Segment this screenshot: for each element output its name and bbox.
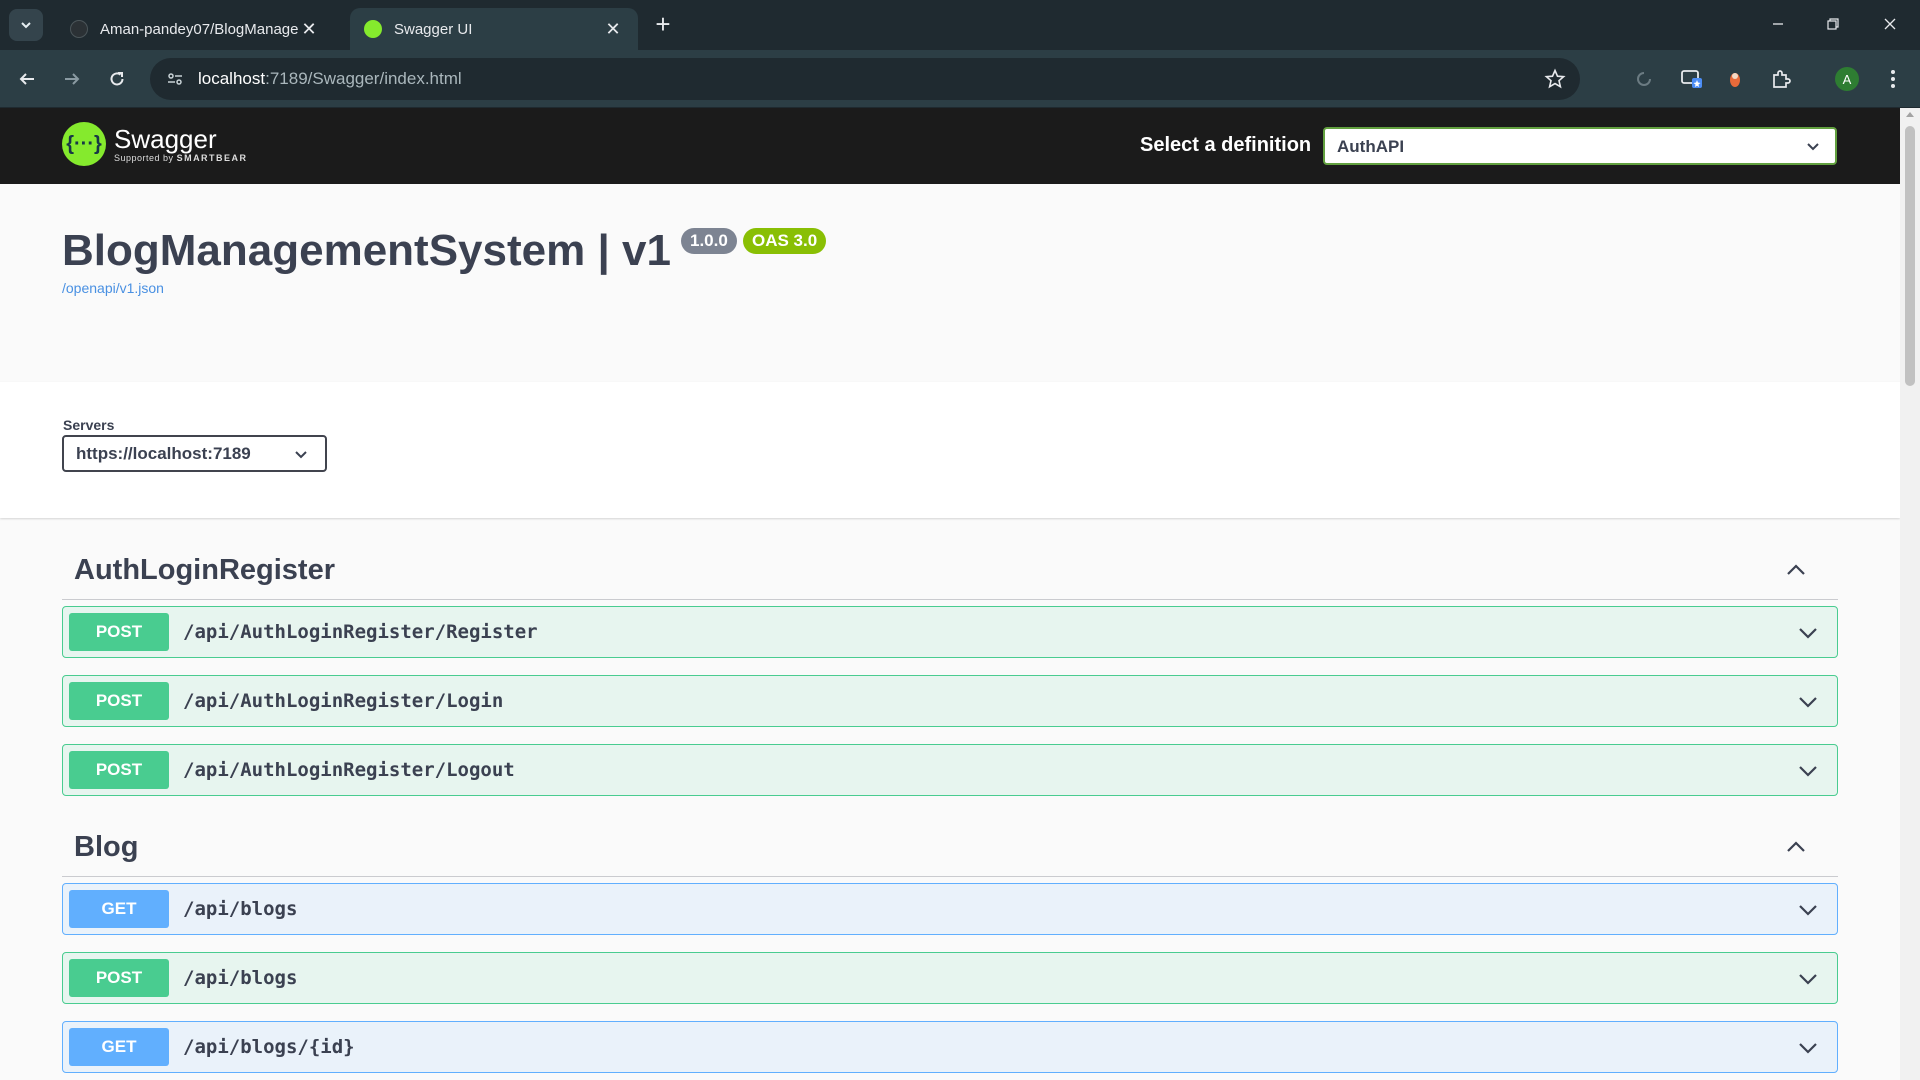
operation-row[interactable]: GET /api/blogs	[62, 883, 1838, 935]
tag-header-authloginregister[interactable]: AuthLoginRegister	[62, 538, 1838, 600]
method-badge: GET	[69, 1028, 169, 1066]
browser-toolbar: localhost:7189/Swagger/index.html A	[0, 50, 1920, 108]
scroll-up-arrow[interactable]	[1906, 112, 1914, 117]
cast-extension-icon[interactable]	[1675, 62, 1709, 96]
minimize-icon	[1773, 23, 1783, 25]
definition-value: AuthAPI	[1337, 137, 1405, 156]
restore-icon	[1827, 18, 1839, 30]
tag-header-blog[interactable]: Blog	[62, 815, 1838, 877]
version-badge: 1.0.0	[681, 228, 737, 254]
operation-path: /api/AuthLoginRegister/Login	[183, 690, 504, 712]
server-value: https://localhost:7189	[76, 444, 251, 463]
tab-title: Swagger UI	[394, 20, 473, 38]
operation-path: /api/AuthLoginRegister/Register	[183, 621, 538, 643]
brand-sub-company: SMARTBEAR	[176, 153, 248, 163]
info-section: BlogManagementSystem | v1 1.0.0 OAS 3.0 …	[0, 184, 1900, 382]
chevron-down-icon	[1807, 143, 1819, 151]
operation-row[interactable]: POST /api/AuthLoginRegister/Login	[62, 675, 1838, 727]
arrow-right-icon	[65, 73, 80, 85]
tab-search-button[interactable]	[9, 9, 43, 41]
tag-name: AuthLoginRegister	[74, 554, 335, 586]
address-bar[interactable]: localhost:7189/Swagger/index.html	[150, 58, 1580, 100]
servers-label: Servers	[63, 417, 115, 433]
operation-row[interactable]: POST /api/AuthLoginRegister/Register	[62, 606, 1838, 658]
back-button[interactable]	[10, 62, 44, 96]
reload-button[interactable]	[100, 62, 134, 96]
tab-title: Aman-pandey07/BlogManagem	[100, 20, 298, 38]
profile-button[interactable]: A	[1830, 62, 1864, 96]
brand-sub: Supported by SMARTBEAR	[114, 153, 248, 163]
page-title: BlogManagementSystem | v1	[62, 226, 671, 275]
browser-menu-button[interactable]	[1876, 62, 1910, 96]
swagger-topbar: {···} Swagger Supported by SMARTBEAR Sel…	[0, 108, 1900, 184]
tab-github[interactable]: Aman-pandey07/BlogManagem ✕	[56, 8, 334, 50]
operations-area: AuthLoginRegister POST /api/AuthLoginReg…	[0, 518, 1900, 1080]
forward-button[interactable]	[55, 62, 89, 96]
operation-row[interactable]: POST /api/blogs	[62, 952, 1838, 1004]
operation-row[interactable]: GET /api/blogs/{id}	[62, 1021, 1838, 1073]
swagger-logo-icon: {···}	[62, 122, 106, 166]
servers-section: Servers https://localhost:7189	[0, 382, 1900, 518]
operation-path: /api/blogs	[183, 898, 298, 920]
site-info-icon[interactable]	[164, 68, 186, 90]
tab-swagger-ui[interactable]: Swagger UI ✕	[350, 8, 638, 50]
close-icon[interactable]: ✕	[298, 18, 320, 40]
minimize-button[interactable]	[1758, 8, 1798, 40]
extension-icon[interactable]	[1718, 62, 1752, 96]
scrollbar-thumb[interactable]	[1905, 126, 1915, 386]
more-vertical-icon	[1891, 70, 1895, 88]
method-badge: POST	[69, 682, 169, 720]
oas-badge: OAS 3.0	[743, 228, 827, 254]
swagger-icon	[364, 20, 382, 38]
close-icon[interactable]: ✕	[602, 18, 624, 40]
chevron-up-icon[interactable]	[1784, 558, 1808, 582]
page-viewport: {···} Swagger Supported by SMARTBEAR Sel…	[0, 108, 1900, 1080]
page-scrollbar[interactable]	[1900, 108, 1920, 1080]
github-icon	[70, 20, 88, 38]
method-badge: POST	[69, 959, 169, 997]
new-tab-button[interactable]: +	[650, 11, 676, 38]
method-badge: POST	[69, 751, 169, 789]
operation-path: /api/blogs	[183, 967, 298, 989]
method-badge: POST	[69, 613, 169, 651]
chevron-down-icon	[21, 22, 31, 29]
operation-path: /api/AuthLoginRegister/Logout	[183, 759, 515, 781]
avatar: A	[1835, 67, 1859, 91]
swagger-logo[interactable]: {···} Swagger Supported by SMARTBEAR	[62, 122, 248, 166]
url-host: localhost	[198, 69, 266, 88]
chevron-down-icon[interactable]	[1797, 759, 1819, 781]
chevron-down-icon[interactable]	[1797, 1036, 1819, 1058]
definition-label: Select a definition	[1140, 134, 1312, 156]
arrow-left-icon	[19, 73, 34, 85]
browser-tab-bar: Aman-pandey07/BlogManagem ✕ Swagger UI ✕…	[0, 0, 1920, 50]
tag-name: Blog	[74, 831, 139, 863]
chevron-down-icon[interactable]	[1797, 621, 1819, 643]
bookmark-star-icon[interactable]	[1544, 68, 1566, 90]
chevron-down-icon[interactable]	[1797, 967, 1819, 989]
brand-name: Swagger	[114, 124, 217, 154]
brand-sub-prefix: Supported by	[114, 153, 174, 163]
close-icon	[1884, 18, 1896, 30]
servers-select[interactable]: https://localhost:7189	[62, 435, 327, 472]
url-path: :7189/Swagger/index.html	[265, 69, 462, 88]
definition-select[interactable]: AuthAPI	[1323, 127, 1837, 165]
extensions-puzzle-icon[interactable]	[1764, 62, 1798, 96]
operation-row[interactable]: POST /api/AuthLoginRegister/Logout	[62, 744, 1838, 796]
operation-path: /api/blogs/{id}	[183, 1036, 355, 1058]
extension-loading-icon[interactable]	[1627, 62, 1661, 96]
spec-link[interactable]: /openapi/v1.json	[62, 280, 164, 296]
reload-icon	[110, 72, 124, 86]
chevron-down-icon[interactable]	[1797, 898, 1819, 920]
method-badge: GET	[69, 890, 169, 928]
chevron-up-icon[interactable]	[1784, 835, 1808, 859]
chevron-down-icon[interactable]	[1797, 690, 1819, 712]
close-window-button[interactable]	[1870, 8, 1910, 40]
restore-button[interactable]	[1813, 8, 1853, 40]
chevron-down-icon	[295, 451, 307, 459]
